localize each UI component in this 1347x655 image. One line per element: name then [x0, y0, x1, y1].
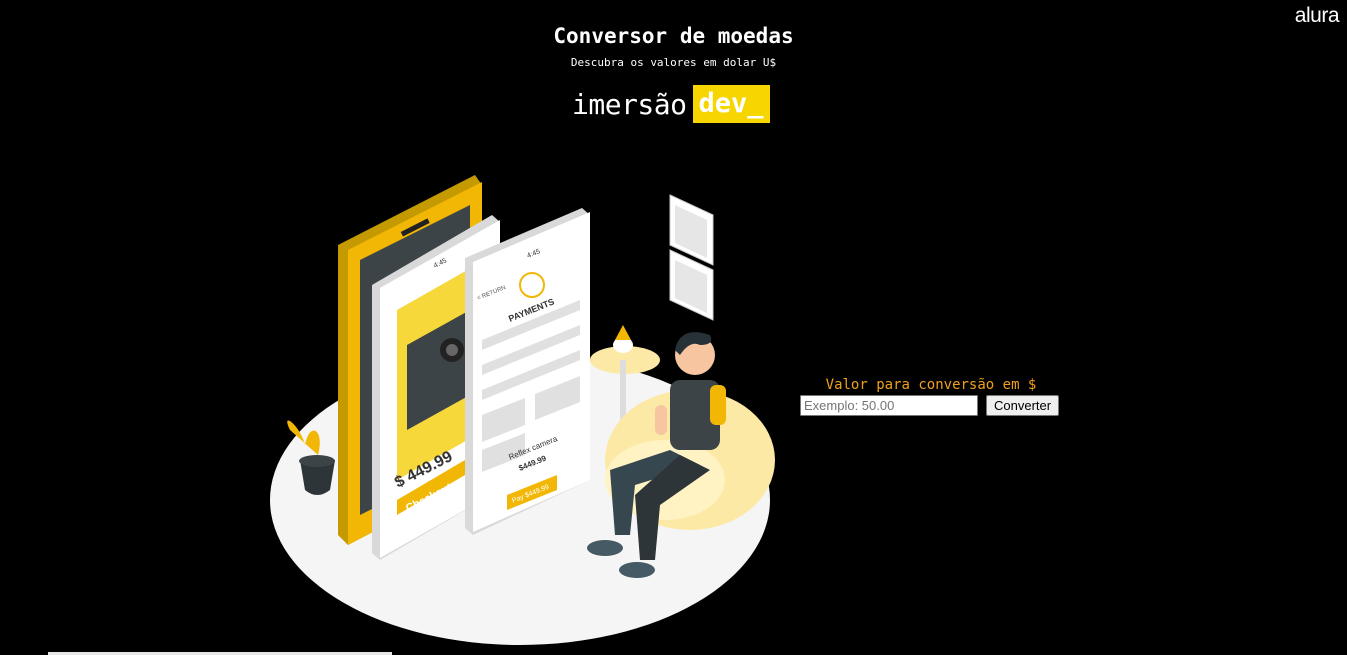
- page-title: Conversor de moedas: [553, 24, 794, 48]
- convert-button[interactable]: Converter: [986, 395, 1060, 416]
- white-phone-right: < RETURN PAYMENTS 4:45 Reflex camera $44…: [465, 208, 590, 535]
- converter-label: Valor para conversão em $: [825, 377, 1037, 393]
- logo-highlight: dev_: [692, 85, 770, 123]
- converter-row: Converter: [800, 395, 1062, 416]
- logo-text: imersão: [572, 87, 687, 121]
- converter-form: Valor para conversão em $ Converter: [800, 377, 1062, 416]
- amount-input[interactable]: [800, 395, 978, 416]
- page-subtitle: Descubra os valores em dolar U$: [570, 56, 777, 69]
- payment-illustration: $ 449.99 Checkout 4:45 < RETURN PAYMENTS…: [270, 175, 775, 645]
- wall-frames: [669, 194, 714, 321]
- imersao-dev-logo: imersão dev_: [572, 85, 770, 123]
